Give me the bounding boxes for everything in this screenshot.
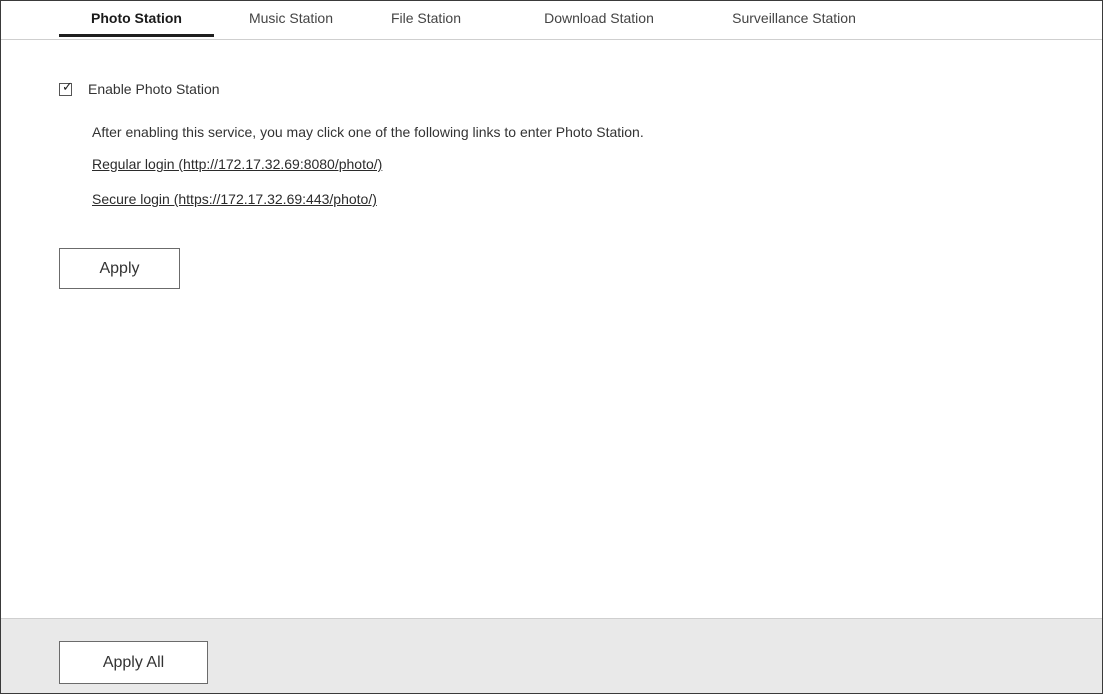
tab-photo-station[interactable]: Photo Station: [59, 7, 214, 33]
photo-station-settings-panel: Photo Station Music Station File Station…: [0, 0, 1103, 694]
secure-login-link[interactable]: Secure login (https://172.17.32.69:443/p…: [92, 191, 377, 207]
enable-photo-station-label[interactable]: Enable Photo Station: [88, 81, 220, 97]
enable-photo-station-checkbox[interactable]: ✓: [59, 79, 73, 96]
tab-surveillance-station[interactable]: Surveillance Station: [709, 7, 879, 33]
tab-bar: Photo Station Music Station File Station…: [1, 1, 1102, 40]
enable-photo-station-row: ✓ Enable Photo Station: [59, 79, 220, 99]
photo-station-description: After enabling this service, you may cli…: [92, 124, 644, 140]
footer-bar: Apply All: [1, 618, 1102, 693]
tab-file-station[interactable]: File Station: [371, 7, 481, 33]
tab-content: ✓ Enable Photo Station After enabling th…: [1, 40, 1102, 618]
tab-download-station[interactable]: Download Station: [519, 7, 679, 33]
apply-button[interactable]: Apply: [59, 248, 180, 289]
apply-all-button[interactable]: Apply All: [59, 641, 208, 684]
tab-music-station[interactable]: Music Station: [231, 7, 351, 33]
active-tab-indicator: [59, 34, 214, 37]
checkbox-checked-icon: ✓: [62, 79, 73, 95]
regular-login-link[interactable]: Regular login (http://172.17.32.69:8080/…: [92, 156, 382, 172]
